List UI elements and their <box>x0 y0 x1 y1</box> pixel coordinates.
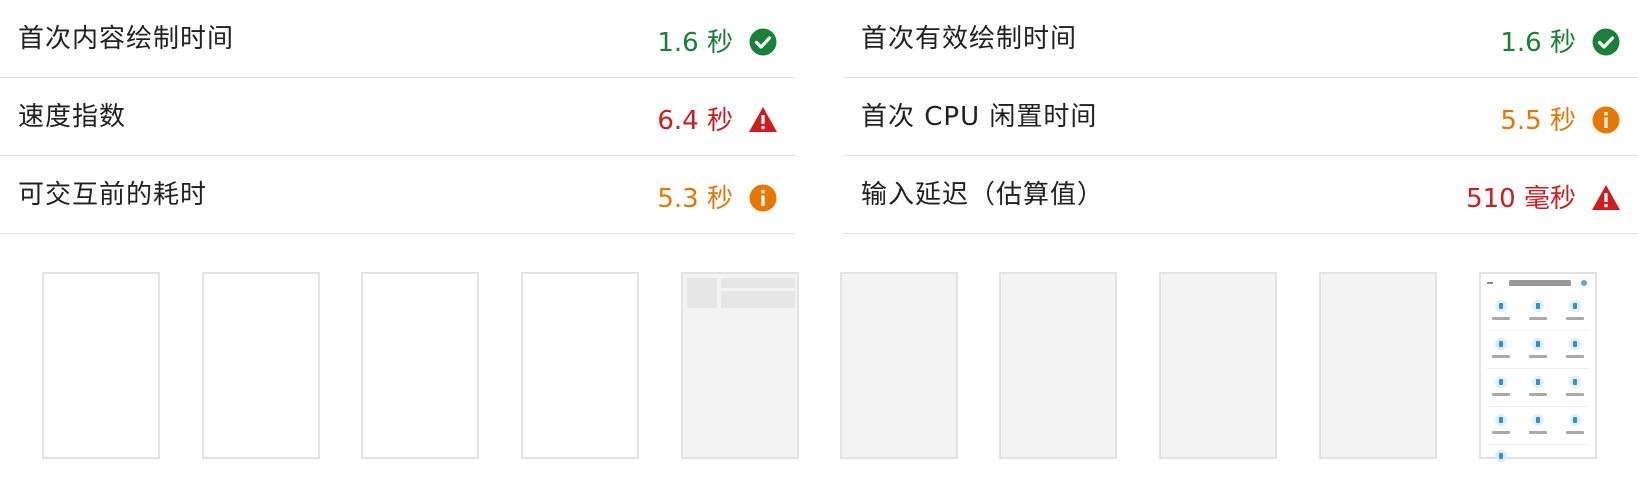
mini-app-item <box>1524 376 1552 404</box>
check-circle-icon <box>748 27 778 57</box>
filmstrip-frame <box>840 272 958 459</box>
metric-value: 510 毫秒 <box>1466 184 1576 214</box>
mini-divider <box>1487 368 1589 369</box>
filmstrip-frame <box>521 272 639 459</box>
mini-app-item <box>1524 338 1552 366</box>
metrics-column-right: 首次有效绘制时间 1.6 秒 首次 CPU 闲置时间 5.5 秒 输入延迟（估算… <box>843 0 1638 234</box>
mini-app-item <box>1561 338 1589 366</box>
mini-app-item <box>1487 414 1515 442</box>
mini-app-item <box>1524 300 1552 328</box>
filmstrip-frame <box>42 272 160 459</box>
metric-label: 首次内容绘制时间 <box>18 24 235 54</box>
metric-row-input-latency: 输入延迟（估算值） 510 毫秒 <box>843 156 1638 234</box>
info-circle-icon <box>748 183 778 213</box>
metric-label: 可交互前的耗时 <box>18 180 208 210</box>
filmstrip-frame <box>999 272 1117 459</box>
filmstrip-frame <box>1159 272 1277 459</box>
filmstrip-frame <box>202 272 320 459</box>
headset-icon <box>1581 280 1587 286</box>
mini-app-item <box>1487 300 1515 328</box>
mini-divider <box>1487 444 1589 445</box>
check-circle-icon <box>1591 27 1621 57</box>
info-circle-icon <box>1591 105 1621 135</box>
filmstrip-frame <box>681 272 799 459</box>
back-arrow-icon <box>1487 282 1493 284</box>
metric-row-first-cpu-idle: 首次 CPU 闲置时间 5.5 秒 <box>843 78 1638 156</box>
metric-label: 首次有效绘制时间 <box>861 24 1078 54</box>
metric-value: 5.5 秒 <box>1500 106 1576 136</box>
skeleton-block <box>721 291 795 308</box>
metric-value: 5.3 秒 <box>657 184 733 214</box>
filmstrip-frame-final <box>1479 272 1597 462</box>
mini-app-item <box>1487 450 1515 478</box>
mini-app-item <box>1487 338 1515 366</box>
warning-triangle-icon <box>1591 183 1621 213</box>
mini-app-header <box>1487 280 1589 290</box>
metrics-column-left: 首次内容绘制时间 1.6 秒 速度指数 6.4 秒 可交互前的耗时 5.3 秒 <box>0 0 795 234</box>
metric-value: 1.6 秒 <box>1500 28 1576 58</box>
mini-app-item <box>1561 300 1589 328</box>
metric-row-speed-index: 速度指数 6.4 秒 <box>0 78 795 156</box>
filmstrip-frame <box>361 272 479 459</box>
metric-label: 首次 CPU 闲置时间 <box>861 102 1098 132</box>
mini-divider <box>1487 406 1589 407</box>
skeleton-block <box>721 278 795 288</box>
metric-row-first-contentful-paint: 首次内容绘制时间 1.6 秒 <box>0 0 795 78</box>
metric-value: 6.4 秒 <box>657 106 733 136</box>
mini-app-item <box>1487 376 1515 404</box>
mini-app-item <box>1561 376 1589 404</box>
metric-row-time-to-interactive: 可交互前的耗时 5.3 秒 <box>0 156 795 234</box>
metric-row-first-meaningful-paint: 首次有效绘制时间 1.6 秒 <box>843 0 1638 78</box>
filmstrip-frame <box>1319 272 1437 459</box>
warning-triangle-icon <box>748 105 778 135</box>
mini-app-title <box>1509 280 1571 286</box>
skeleton-block <box>687 278 717 308</box>
mini-divider <box>1487 330 1589 331</box>
metric-value: 1.6 秒 <box>657 28 733 58</box>
filmstrip <box>0 270 1638 462</box>
mini-app-item <box>1561 414 1589 442</box>
metric-label: 输入延迟（估算值） <box>861 180 1105 210</box>
metric-label: 速度指数 <box>18 102 127 132</box>
mini-app-item <box>1524 414 1552 442</box>
